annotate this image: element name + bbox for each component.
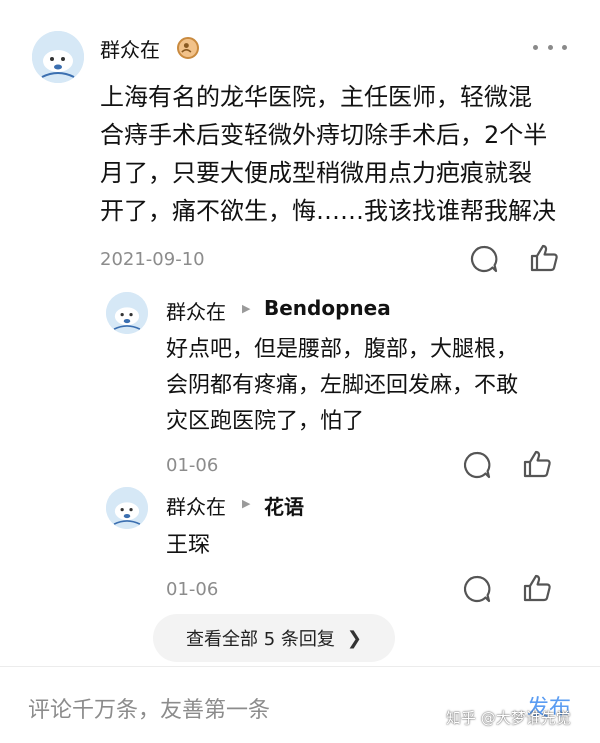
comment-bubble-icon [463, 575, 491, 603]
watermark: 知乎 @大梦谁先觉 [446, 709, 571, 727]
like-button[interactable] [521, 572, 553, 604]
view-all-replies-label: 查看全部 5 条回复 [186, 629, 335, 650]
reply-text-line: 灾区跑医院了，怕了 [166, 409, 365, 434]
avatar[interactable] [106, 292, 148, 334]
comment-text: 上海有名的龙华医院，主任医师，轻微混 合痔手术后变轻微外痔切除手术后，2个半 月… [100, 78, 570, 230]
comment-input[interactable]: 评论千万条，友善第一条 [28, 692, 270, 724]
view-all-replies-button[interactable]: 查看全部 5 条回复 ❯ [153, 614, 395, 662]
comment-date: 2021-09-10 [100, 249, 205, 270]
avatar-image [106, 487, 148, 529]
chevron-right-icon: ❯ [346, 627, 362, 649]
reply-button[interactable] [468, 243, 500, 275]
reply-arrow-icon: ▶ [242, 497, 251, 510]
thumbs-up-icon [523, 574, 551, 602]
divider [0, 666, 600, 667]
avatar-image [106, 292, 148, 334]
comment-text-line: 月了，只要大便成型稍微用点力疤痕就裂 [100, 159, 532, 187]
avatar-image [32, 31, 84, 83]
avatar[interactable] [106, 487, 148, 529]
comment-author[interactable]: 群众在 [100, 34, 160, 63]
comment-bubble-icon [463, 451, 491, 479]
comment-text-line: 开了，痛不欲生，悔……我该找谁帮我解决 [100, 197, 556, 225]
reply-text-line: 王琛 [166, 533, 211, 558]
reply-text-line: 会阴都有疼痛，左脚还回发麻，不敢 [166, 373, 519, 398]
thumbs-up-icon [523, 450, 551, 478]
more-dots-icon [533, 44, 538, 50]
reply-text: 王琛 [166, 528, 566, 564]
like-button[interactable] [521, 448, 553, 480]
comment-text-line: 上海有名的龙华医院，主任医师，轻微混 [100, 83, 532, 111]
avatar[interactable] [32, 31, 84, 83]
verified-badge-icon [177, 37, 199, 59]
reply-author[interactable]: 群众在 [166, 491, 226, 520]
reply-arrow-icon: ▶ [242, 302, 251, 315]
reply-date: 01-06 [166, 455, 219, 476]
comment-text-line: 合痔手术后变轻微外痔切除手术后，2个半 [100, 121, 548, 149]
more-options-button[interactable] [533, 36, 567, 58]
reply-target[interactable]: 花语 [264, 491, 304, 520]
reply-text: 好点吧，但是腰部，腹部，大腿根， 会阴都有疼痛，左脚还回发麻，不敢 灾区跑医院了… [166, 332, 566, 440]
reply-text-line: 好点吧，但是腰部，腹部，大腿根， [166, 337, 519, 362]
reply-button[interactable] [461, 449, 493, 481]
thumbs-up-icon [530, 244, 558, 272]
reply-author[interactable]: 群众在 [166, 296, 226, 325]
reply-date: 01-06 [166, 579, 219, 600]
comment-bubble-icon [470, 245, 498, 273]
reply-target[interactable]: Bendopnea [264, 296, 391, 320]
reply-button[interactable] [461, 573, 493, 605]
like-button[interactable] [528, 242, 560, 274]
